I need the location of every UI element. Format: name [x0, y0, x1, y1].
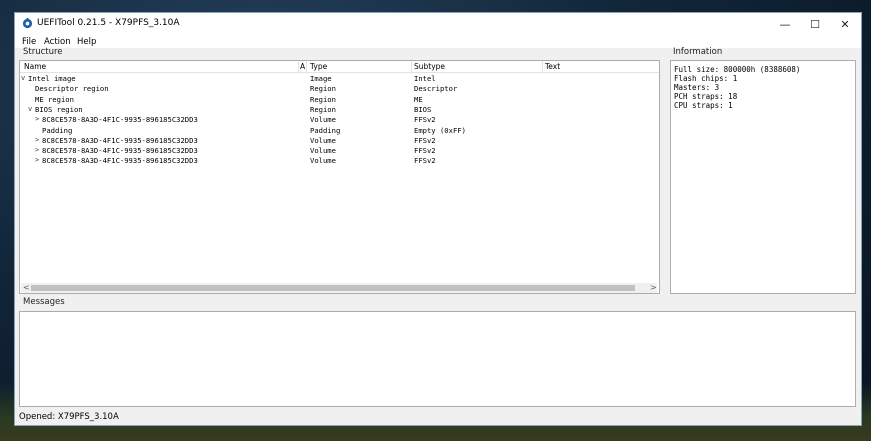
cell-name: 8C8CE578-8A3D-4F1C-9935-896185C32DD3 — [42, 146, 198, 156]
menu-file[interactable]: File — [22, 37, 36, 47]
column-action[interactable]: A — [300, 62, 305, 71]
cell-subtype: Intel — [414, 74, 436, 83]
info-masters: Masters: 3 — [674, 83, 720, 92]
tree-row[interactable]: Descriptor region Region Descriptor — [20, 84, 659, 94]
minimize-button[interactable]: — — [771, 13, 799, 35]
chevron-right-icon[interactable]: > — [35, 115, 39, 123]
menu-bar: File Action Help — [15, 35, 861, 48]
close-button[interactable]: ✕ — [831, 13, 859, 35]
cell-type: Region — [310, 84, 336, 94]
title-bar: UEFITool 0.21.5 - X79PFS_3.10A — ☐ ✕ — [15, 13, 861, 35]
structure-header: Name A Type Subtype Text — [20, 61, 659, 73]
cell-name: 8C8CE578-8A3D-4F1C-9935-896185C32DD3 — [42, 135, 198, 145]
info-pch-straps: PCH straps: 18 — [674, 92, 738, 101]
column-text[interactable]: Text — [545, 62, 560, 71]
cell-subtype: Empty (0xFF) — [414, 125, 466, 135]
horizontal-scrollbar[interactable]: < > — [21, 283, 657, 293]
column-type[interactable]: Type — [310, 62, 327, 71]
window-title: UEFITool 0.21.5 - X79PFS_3.10A — [37, 18, 180, 28]
information-label: Information — [673, 47, 723, 57]
cell-subtype: FFSv2 — [414, 156, 436, 166]
menu-action[interactable]: Action — [44, 37, 71, 47]
cell-type: Padding — [310, 125, 341, 135]
cell-type: Volume — [310, 156, 336, 166]
cell-type: Region — [310, 94, 336, 104]
tree-row[interactable]: v Intel image Image Intel — [20, 74, 659, 84]
info-cpu-straps: CPU straps: 1 — [674, 101, 733, 110]
cell-subtype: ME — [414, 94, 423, 104]
messages-label: Messages — [23, 297, 65, 307]
cell-name: ME region — [35, 94, 74, 104]
cell-subtype: BIOS — [414, 104, 432, 114]
tree-row[interactable]: ME region Region ME — [20, 95, 659, 105]
cell-name: Descriptor region — [35, 84, 109, 94]
column-subtype[interactable]: Subtype — [414, 62, 445, 71]
scroll-left-icon[interactable]: < — [23, 283, 30, 292]
column-name[interactable]: Name — [24, 62, 46, 71]
cell-subtype: FFSv2 — [414, 115, 436, 125]
chevron-down-icon[interactable]: v — [28, 105, 32, 113]
tree-row[interactable]: v BIOS region Region BIOS — [20, 105, 659, 115]
information-panel[interactable]: Full size: 800000h (8388608) Flash chips… — [670, 60, 856, 294]
cell-name: 8C8CE578-8A3D-4F1C-9935-896185C32DD3 — [42, 115, 198, 125]
cell-subtype: Descriptor — [414, 84, 458, 94]
uefitool-icon — [22, 18, 33, 29]
maximize-icon: ☐ — [810, 17, 820, 31]
scrollbar-thumb[interactable] — [31, 285, 635, 291]
tree-row[interactable]: >8C8CE578-8A3D-4F1C-9935-896185C32DD3 Vol… — [20, 146, 659, 156]
chevron-right-icon[interactable]: > — [35, 136, 39, 144]
minimize-icon: — — [779, 17, 791, 31]
cell-name: Intel image — [28, 74, 76, 83]
maximize-button[interactable]: ☐ — [801, 13, 829, 35]
cell-type: Volume — [310, 146, 336, 156]
messages-panel[interactable] — [19, 311, 856, 407]
chevron-right-icon[interactable]: > — [35, 146, 39, 154]
cell-type: Region — [310, 104, 336, 114]
chevron-down-icon[interactable]: v — [21, 74, 25, 82]
info-flash-chips: Flash chips: 1 — [674, 74, 738, 83]
cell-type: Image — [310, 74, 332, 83]
structure-label: Structure — [23, 47, 63, 57]
cell-subtype: FFSv2 — [414, 135, 436, 145]
cell-type: Volume — [310, 135, 336, 145]
menu-help[interactable]: Help — [77, 37, 96, 47]
cell-name: BIOS region — [35, 104, 83, 114]
info-full-size: Full size: 800000h (8388608) — [674, 65, 801, 74]
app-window: UEFITool 0.21.5 - X79PFS_3.10A — ☐ ✕ Fil… — [14, 12, 862, 426]
cell-name: Padding — [42, 125, 73, 135]
tree-row[interactable]: >8C8CE578-8A3D-4F1C-9935-896185C32DD3 Vol… — [20, 115, 659, 125]
cell-subtype: FFSv2 — [414, 146, 436, 156]
close-icon: ✕ — [840, 17, 850, 31]
chevron-right-icon[interactable]: > — [35, 156, 39, 164]
tree-row[interactable]: >8C8CE578-8A3D-4F1C-9935-896185C32DD3 Vol… — [20, 136, 659, 146]
structure-tree[interactable]: Name A Type Subtype Text v Intel image Ima… — [19, 60, 660, 294]
tree-row[interactable]: >8C8CE578-8A3D-4F1C-9935-896185C32DD3 Vol… — [20, 156, 659, 166]
scroll-right-icon[interactable]: > — [650, 283, 657, 292]
status-bar: Opened: X79PFS_3.10A — [19, 412, 119, 422]
cell-name: 8C8CE578-8A3D-4F1C-9935-896185C32DD3 — [42, 156, 198, 166]
cell-type: Volume — [310, 115, 336, 125]
tree-row[interactable]: Padding Padding Empty (0xFF) — [20, 126, 659, 136]
